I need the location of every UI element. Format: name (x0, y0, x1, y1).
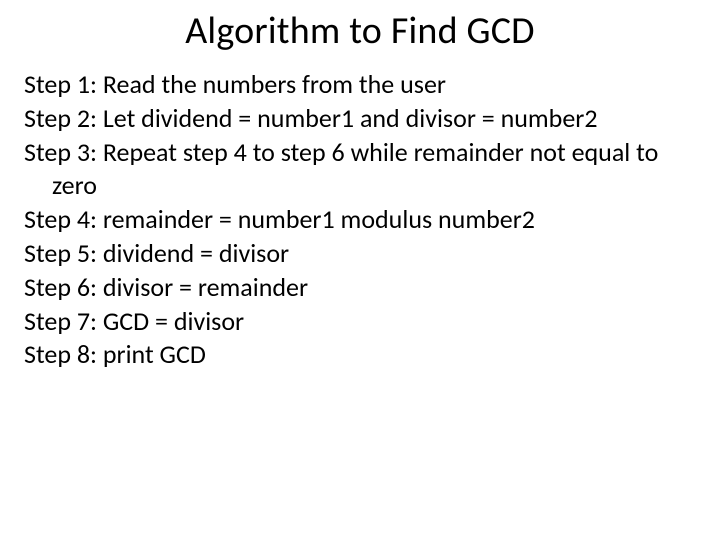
algorithm-step-7: Step 7: GCD = divisor (24, 305, 696, 339)
algorithm-step-6: Step 6: divisor = remainder (24, 271, 696, 305)
slide-container: Algorithm to Find GCD Step 1: Read the n… (0, 0, 720, 396)
algorithm-step-4: Step 4: remainder = number1 modulus numb… (24, 203, 696, 237)
algorithm-step-2: Step 2: Let dividend = number1 and divis… (24, 102, 696, 136)
algorithm-step-5: Step 5: dividend = divisor (24, 237, 696, 271)
slide-title: Algorithm to Find GCD (24, 8, 696, 54)
algorithm-step-3: Step 3: Repeat step 4 to step 6 while re… (24, 136, 696, 204)
algorithm-step-1: Step 1: Read the numbers from the user (24, 68, 696, 102)
slide-content: Step 1: Read the numbers from the user S… (24, 68, 696, 372)
algorithm-step-8: Step 8: print GCD (24, 338, 696, 372)
